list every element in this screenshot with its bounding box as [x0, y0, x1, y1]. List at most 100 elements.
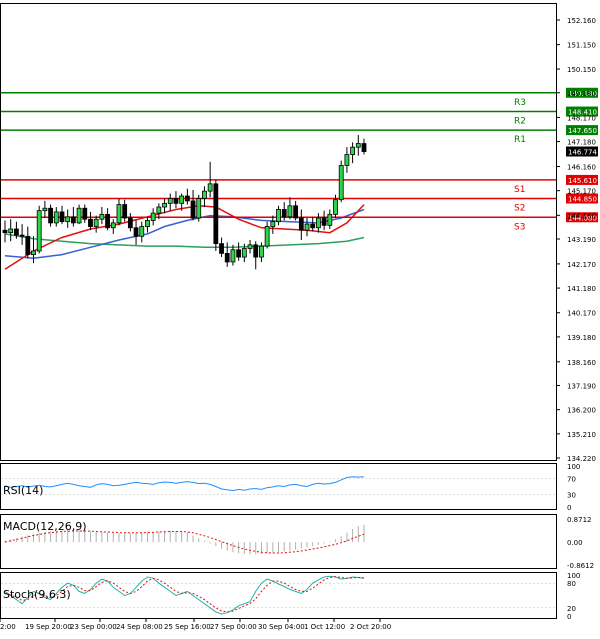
rsi-tick-label: 100: [567, 463, 580, 471]
time-tick-label: 24 Sep 08:00: [116, 623, 163, 631]
candle-body: [287, 205, 293, 218]
candle-body: [241, 248, 247, 258]
price-tick-label: 139.180: [567, 334, 596, 342]
price-tick-label: 134.220: [567, 455, 596, 463]
price-tick-label: 146.160: [567, 163, 596, 171]
candle-body: [133, 227, 139, 237]
rsi-tick-label: 0: [567, 504, 571, 512]
candle-body: [65, 216, 71, 223]
price-tick-label: 135.210: [567, 431, 596, 439]
current-price-label: 146.774: [568, 148, 597, 156]
candle-body: [338, 165, 344, 201]
level-name-r1: R1: [514, 135, 526, 145]
candle-body: [53, 211, 59, 224]
candle-body: [99, 213, 105, 220]
candle-body: [202, 190, 207, 199]
candle-body: [70, 216, 76, 224]
level-price-label-s2: 144.850: [568, 195, 597, 203]
stoch-tick-label: 80: [567, 580, 576, 588]
level-name-s3: S3: [514, 222, 525, 232]
candle-body: [2, 229, 8, 234]
candle-body: [247, 244, 253, 249]
candle-body: [196, 198, 202, 219]
candle-body: [93, 218, 99, 227]
price-tick-label: 144.160: [567, 212, 596, 220]
macd-tick-label: 0.00: [567, 539, 583, 547]
candle-body: [230, 249, 236, 263]
price-tick-label: 136.200: [567, 407, 596, 415]
price-tick-label: 150.150: [567, 66, 596, 74]
candle-body: [293, 205, 299, 219]
candle-body: [264, 226, 270, 247]
stoch-tick-label: 100: [567, 572, 580, 580]
candle-body: [88, 218, 93, 227]
level-name-s2: S2: [514, 203, 525, 213]
price-tick-label: 143.190: [567, 236, 596, 244]
level-name-s1: S1: [514, 185, 525, 195]
time-tick-label: 27 Sep 00:00: [210, 623, 257, 631]
price-tick-label: 151.150: [567, 42, 596, 50]
chart-window: R3 149.180 R2 148.410 R1 147.650 S1 145.610 S2 14…: [0, 0, 600, 635]
candle-body: [224, 253, 230, 263]
candle-body: [13, 228, 19, 236]
price-tick-label: 141.180: [567, 285, 596, 293]
candle-body: [139, 226, 145, 237]
candle-body: [361, 143, 367, 152]
candle-body: [76, 207, 82, 224]
level-price-label-r1: 147.650: [568, 127, 597, 135]
time-tick-label: 23 Sep 00:00: [70, 623, 117, 631]
candle-body: [190, 200, 196, 219]
price-tick-label: 142.170: [567, 261, 596, 269]
stoch-label: Stoch(9,6,3): [3, 588, 71, 601]
candle-body: [298, 217, 304, 231]
candle-body: [25, 235, 31, 256]
price-tick-label: 138.160: [567, 359, 596, 367]
rsi-label: RSI(14): [3, 484, 43, 497]
candle-body: [31, 250, 36, 256]
candle-body: [167, 198, 173, 204]
time-tick-label: 1 Oct 12:00: [304, 623, 345, 631]
rsi-tick-label: 30: [567, 492, 576, 500]
price-tick-label: 152.160: [567, 17, 596, 25]
stoch-tick-label: 20: [567, 605, 576, 613]
candle-body: [310, 223, 316, 229]
candle-body: [150, 212, 156, 221]
chart-canvas: R3149.180R2148.410R1147.650S1145.610S214…: [0, 0, 600, 635]
candle-body: [145, 220, 150, 227]
level-price-label-s1: 145.610: [568, 177, 597, 185]
candle-body: [122, 204, 128, 219]
candle-body: [42, 207, 48, 212]
time-tick-label: 2:00: [0, 623, 16, 631]
candle-body: [127, 217, 133, 229]
stoch-tick-label: 0: [567, 613, 571, 621]
time-tick-label: 30 Sep 04:00: [258, 623, 305, 631]
macd-label: MACD(12,26,9): [3, 520, 87, 533]
candle-body: [316, 217, 321, 229]
candle-body: [48, 207, 53, 224]
price-tick-label: 140.170: [567, 310, 596, 318]
candle-body: [333, 199, 338, 215]
price-tick-label: 148.170: [567, 114, 596, 122]
candle-body: [213, 183, 219, 245]
candle-body: [236, 249, 242, 258]
level-name-r2: R2: [514, 117, 526, 127]
candle-body: [162, 202, 167, 208]
candle-body: [219, 243, 224, 254]
candle-body: [36, 210, 42, 252]
candle-body: [184, 195, 190, 202]
candle-body: [179, 195, 185, 204]
candle-body: [19, 234, 25, 237]
candle-body: [82, 207, 88, 220]
candle-body: [270, 221, 276, 227]
time-tick-label: 19 Sep 20:00: [25, 623, 72, 631]
candle-body: [8, 228, 14, 234]
candle-body: [304, 223, 310, 231]
time-tick-label: 25 Sep 16:00: [164, 623, 211, 631]
rsi-tick-label: 70: [567, 475, 576, 483]
level-name-r3: R3: [514, 98, 526, 108]
candle-body: [156, 206, 162, 214]
price-tick-label: 145.170: [567, 188, 596, 196]
candle-body: [207, 183, 213, 192]
macd-tick-label: 0.8712: [567, 516, 592, 524]
price-tick-label: 137.190: [567, 382, 596, 390]
